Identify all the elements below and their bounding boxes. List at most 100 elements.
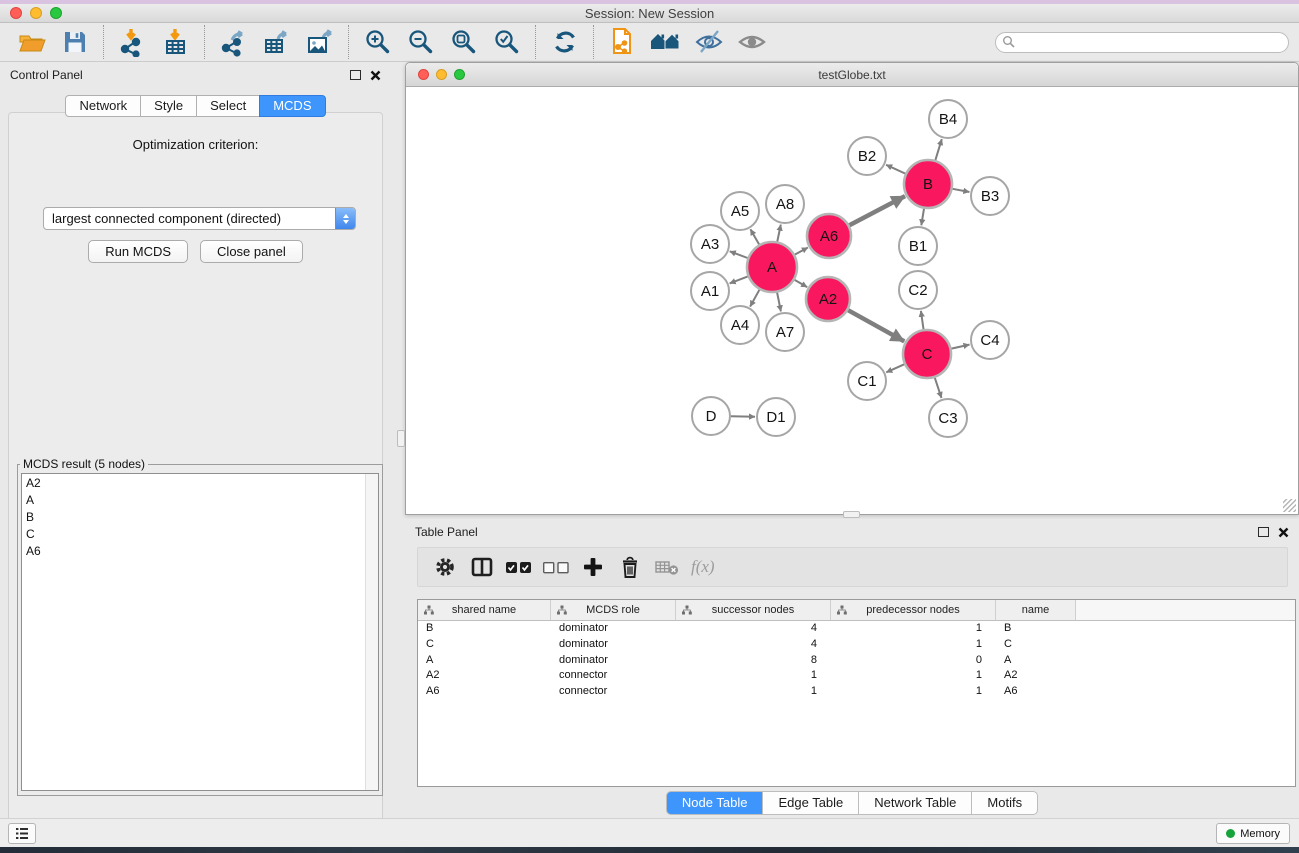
optimization-criterion-dropdown[interactable]: largest connected component (directed) [43, 207, 356, 230]
graph-node-A3[interactable]: A3 [691, 225, 729, 263]
graph-node-A5[interactable]: A5 [721, 192, 759, 230]
graph-node-A1[interactable]: A1 [691, 272, 729, 310]
graph-edge-A2-C[interactable] [848, 310, 904, 341]
zoom-window-button[interactable] [50, 7, 62, 19]
import-table-button[interactable] [154, 24, 197, 60]
column-header-predecessor-nodes[interactable]: predecessor nodes [831, 600, 996, 620]
graph-edge-A-A1[interactable] [730, 276, 748, 283]
float-panel-icon[interactable] [1258, 527, 1269, 537]
graph-node-A7[interactable]: A7 [766, 313, 804, 351]
network-graph[interactable]: B4 B2 B B3 A5A8A6 B1 A3 A C2 A1 A2 A4A7 C4 C C1 C3 D D1 [406, 87, 1298, 514]
open-file-button[interactable] [10, 24, 53, 60]
mcds-result-item[interactable]: C [22, 525, 378, 542]
graph-node-A8[interactable]: A8 [766, 185, 804, 223]
graph-edge-C-C1[interactable] [886, 364, 904, 372]
column-header-name[interactable]: name [996, 600, 1076, 620]
show-panels-button[interactable] [8, 823, 36, 844]
table-row[interactable]: A6connector11A6 [418, 684, 1295, 700]
show-columns-button[interactable] [463, 550, 500, 584]
graph-edge-A6-B[interactable] [849, 196, 905, 225]
zoom-selected-button[interactable] [485, 24, 528, 60]
graph-node-A6[interactable]: A6 [807, 214, 851, 258]
save-session-button[interactable] [53, 24, 96, 60]
export-image-button[interactable] [298, 24, 341, 60]
show-all-button[interactable] [730, 24, 773, 60]
graph-node-C1[interactable]: C1 [848, 362, 886, 400]
graph-edge-A-A6[interactable] [795, 248, 808, 255]
delete-table-button[interactable] [648, 550, 685, 584]
refresh-layout-button[interactable] [543, 24, 586, 60]
graph-node-C[interactable]: C [903, 330, 951, 378]
table-row[interactable]: Adominator80A [418, 653, 1295, 669]
tab-edge-table[interactable]: Edge Table [762, 791, 859, 815]
graph-edge-B-B2[interactable] [886, 165, 905, 174]
graph-edge-A-A8[interactable] [777, 225, 781, 242]
graph-node-C3[interactable]: C3 [929, 399, 967, 437]
mcds-result-item[interactable]: B [22, 508, 378, 525]
graph-edge-C-C4[interactable] [951, 345, 969, 349]
graph-node-A[interactable]: A [747, 242, 797, 292]
network-close-button[interactable] [418, 69, 429, 80]
import-network-button[interactable] [111, 24, 154, 60]
search-input[interactable] [1016, 35, 1282, 49]
graph-node-D[interactable]: D [692, 397, 730, 435]
zoom-out-button[interactable] [399, 24, 442, 60]
mcds-result-item[interactable]: A2 [22, 474, 378, 491]
tab-motifs[interactable]: Motifs [971, 791, 1038, 815]
zoom-fit-button[interactable] [442, 24, 485, 60]
column-header-MCDS-role[interactable]: MCDS role [551, 600, 676, 620]
close-window-button[interactable] [10, 7, 22, 19]
close-panel-icon[interactable] [1278, 527, 1289, 538]
graph-edge-A-A7[interactable] [777, 293, 781, 312]
network-window-titlebar[interactable]: testGlobe.txt [406, 63, 1298, 87]
tab-node-table[interactable]: Node Table [666, 791, 764, 815]
column-header-shared-name[interactable]: shared name [418, 600, 551, 620]
window-titlebar[interactable]: Session: New Session [0, 4, 1299, 23]
close-panel-icon[interactable] [370, 70, 381, 81]
panel-divider-handle[interactable] [843, 511, 860, 518]
table-settings-button[interactable] [426, 550, 463, 584]
graph-node-B2[interactable]: B2 [848, 137, 886, 175]
network-minimize-button[interactable] [436, 69, 447, 80]
graph-node-B1[interactable]: B1 [899, 227, 937, 265]
table-row[interactable]: A2connector11A2 [418, 668, 1295, 684]
graph-node-A4[interactable]: A4 [721, 306, 759, 344]
mcds-result-item[interactable]: A [22, 491, 378, 508]
tab-mcds[interactable]: MCDS [259, 95, 325, 117]
search-field[interactable] [995, 32, 1289, 53]
first-neighbors-button[interactable] [644, 24, 687, 60]
unselect-all-columns-button[interactable] [537, 550, 574, 584]
mcds-result-item[interactable]: A6 [22, 542, 378, 559]
hide-selection-button[interactable] [687, 24, 730, 60]
graph-edge-C-C2[interactable] [921, 311, 924, 329]
result-list-scrollbar[interactable] [365, 474, 378, 790]
network-canvas[interactable]: B4 B2 B B3 A5A8A6 B1 A3 A C2 A1 A2 A4A7 C4 C C1 C3 D D1 [406, 87, 1298, 514]
panel-divider-handle[interactable] [397, 430, 405, 447]
network-zoom-button[interactable] [454, 69, 465, 80]
tab-style[interactable]: Style [140, 95, 197, 117]
graph-node-C4[interactable]: C4 [971, 321, 1009, 359]
create-column-button[interactable] [574, 550, 611, 584]
graph-edge-A-A4[interactable] [750, 290, 759, 307]
graph-node-D1[interactable]: D1 [757, 398, 795, 436]
function-builder-button[interactable]: f(x) [691, 557, 715, 577]
graph-edge-B-B1[interactable] [921, 209, 924, 226]
graph-edge-C-C3[interactable] [935, 378, 942, 398]
export-table-button[interactable] [255, 24, 298, 60]
graph-node-C2[interactable]: C2 [899, 271, 937, 309]
run-mcds-button[interactable]: Run MCDS [88, 240, 188, 263]
graph-node-B3[interactable]: B3 [971, 177, 1009, 215]
delete-column-button[interactable] [611, 550, 648, 584]
float-panel-icon[interactable] [350, 70, 361, 80]
select-all-columns-button[interactable] [500, 550, 537, 584]
memory-button[interactable]: Memory [1216, 823, 1290, 844]
graph-edge-A-A5[interactable] [750, 229, 759, 244]
close-panel-button[interactable]: Close panel [200, 240, 303, 263]
mcds-result-list[interactable]: A2 A B C A6 [21, 473, 379, 791]
graph-node-B[interactable]: B [904, 160, 952, 208]
graph-node-B4[interactable]: B4 [929, 100, 967, 138]
tab-network[interactable]: Network [65, 95, 141, 117]
window-resize-grip[interactable] [1283, 499, 1296, 512]
graph-edge-B-B3[interactable] [953, 189, 970, 192]
graph-node-A2[interactable]: A2 [806, 277, 850, 321]
